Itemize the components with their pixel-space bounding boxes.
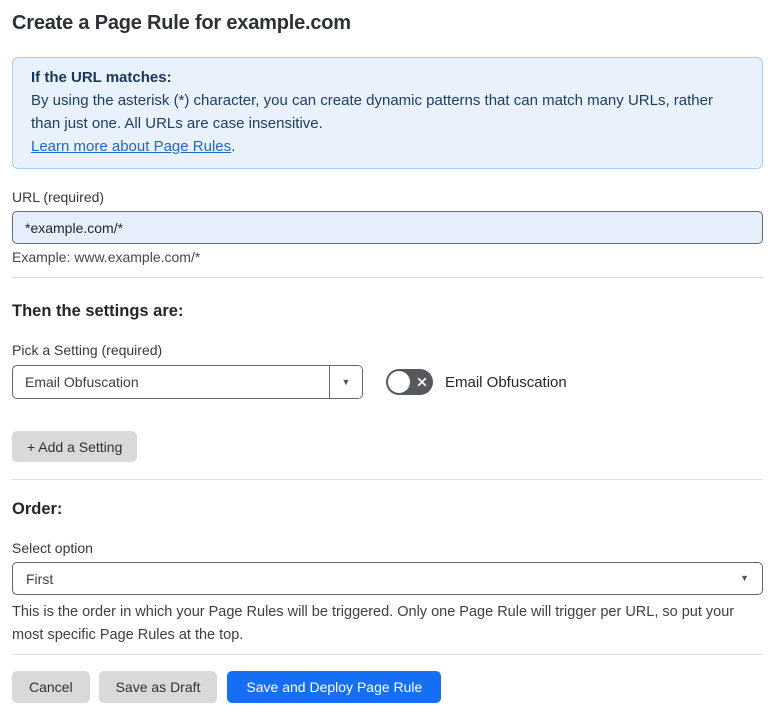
order-select[interactable]: First ▼ bbox=[12, 562, 763, 595]
info-body: By using the asterisk (*) character, you… bbox=[31, 92, 713, 132]
toggle-label: Email Obfuscation bbox=[445, 373, 567, 391]
email-obfuscation-toggle[interactable] bbox=[386, 369, 433, 395]
pick-setting-label: Pick a Setting (required) bbox=[12, 342, 163, 358]
page-title: Create a Page Rule for example.com bbox=[12, 12, 351, 34]
setting-picker-row: Email Obfuscation ▼ Email Obfuscation bbox=[12, 365, 763, 399]
save-deploy-button[interactable]: Save and Deploy Page Rule bbox=[227, 671, 442, 703]
toggle-knob bbox=[388, 371, 410, 393]
url-example-text: Example: www.example.com/* bbox=[12, 249, 201, 265]
setting-select[interactable]: Email Obfuscation ▼ bbox=[12, 365, 363, 399]
url-match-info-box: If the URL matches: By using the asteris… bbox=[12, 57, 763, 169]
footer-divider bbox=[12, 654, 763, 655]
save-draft-button[interactable]: Save as Draft bbox=[98, 671, 218, 703]
email-obfuscation-toggle-group: Email Obfuscation bbox=[386, 369, 567, 395]
url-label: URL (required) bbox=[12, 189, 105, 205]
info-link-line: Learn more about Page Rules. bbox=[31, 135, 744, 158]
section-divider bbox=[12, 479, 763, 480]
learn-more-link[interactable]: Learn more about Page Rules bbox=[31, 138, 231, 155]
x-icon bbox=[416, 376, 428, 388]
order-helper-text: This is the order in which your Page Rul… bbox=[12, 604, 735, 643]
caret-down-icon: ▼ bbox=[341, 376, 351, 387]
url-input[interactable] bbox=[12, 211, 763, 244]
add-setting-button[interactable]: + Add a Setting bbox=[12, 431, 138, 462]
order-select-value: First bbox=[26, 570, 54, 587]
settings-heading: Then the settings are: bbox=[12, 302, 184, 320]
footer-actions: Cancel Save as Draft Save and Deploy Pag… bbox=[12, 671, 763, 703]
info-heading: If the URL matches: bbox=[31, 69, 172, 86]
caret-down-icon: ▼ bbox=[740, 573, 749, 583]
setting-select-value: Email Obfuscation bbox=[25, 374, 139, 390]
link-suffix: . bbox=[231, 138, 236, 155]
order-heading: Order: bbox=[12, 500, 63, 518]
setting-select-arrow-button[interactable]: ▼ bbox=[329, 366, 362, 398]
order-select-label: Select option bbox=[12, 540, 93, 556]
create-page-rule-form: Create a Page Rule for example.com If th… bbox=[0, 0, 775, 719]
section-divider bbox=[12, 277, 763, 278]
cancel-button[interactable]: Cancel bbox=[12, 671, 90, 703]
